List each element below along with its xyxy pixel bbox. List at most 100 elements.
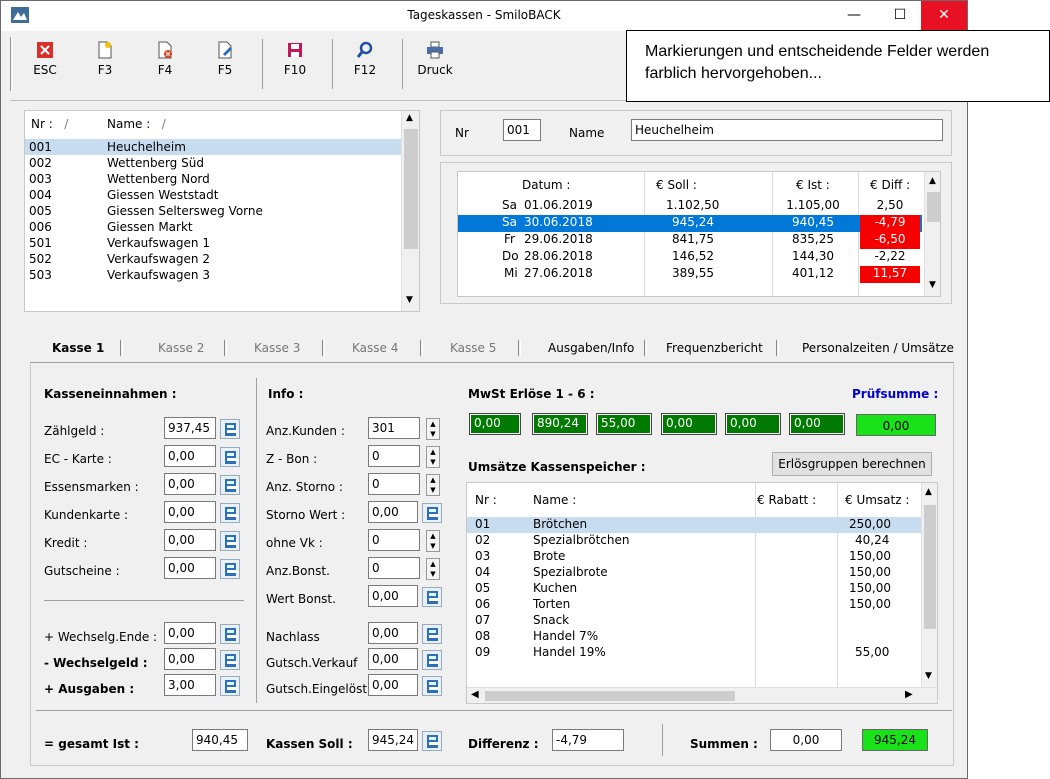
spinner-icon[interactable]: ▲ ▼ [426,558,440,580]
ec-karte-field[interactable] [164,445,216,467]
f10-button[interactable]: F10 [268,33,322,95]
calculator-icon[interactable] [422,731,442,751]
scroll-thumb[interactable] [927,192,940,222]
col-header-umsatz[interactable]: € Umsatz : [845,493,909,507]
spinner-icon[interactable]: ▲ ▼ [426,530,440,552]
scroll-thumb[interactable] [924,505,936,629]
gutsch-verkauf-field[interactable] [368,648,418,670]
anz-kunden-field[interactable] [368,417,420,439]
calculator-icon[interactable] [220,447,240,467]
list-item[interactable]: 501 Verkaufswagen 1 [25,235,401,251]
store-list-scrollbar[interactable]: ▲ ▼ [401,111,419,311]
table-row[interactable]: 03 Brote 150,00 [467,549,921,565]
ausgaben-field[interactable] [164,674,216,696]
calculator-icon[interactable] [422,624,442,644]
table-row[interactable]: 05 Kuchen 150,00 [467,581,921,597]
table-row[interactable]: Mi 27.06.2018 389,55 401,12 11,57 [458,266,922,283]
zaehlgeld-field[interactable] [164,417,216,439]
col-header-diff[interactable]: € Diff : [870,178,910,192]
tab-personalzeiten[interactable]: Personalzeiten / Umsätze [802,341,954,355]
tab-kasse-4[interactable]: Kasse 4 [352,341,398,355]
close-button[interactable]: ✕ [921,1,967,30]
list-item[interactable]: 002 Wettenberg Süd [25,155,401,171]
calculator-icon[interactable] [220,676,240,696]
col-header-name[interactable]: Name : / [107,117,166,131]
days-scrollbar[interactable]: ▲ ▼ [924,172,940,296]
table-row[interactable]: 07 Snack [467,613,921,629]
table-row[interactable]: Sa 30.06.2018 945,24 940,45 -4,79 [458,215,922,232]
calculator-icon[interactable] [220,559,240,579]
mwst-field-6[interactable]: 0,00 [789,413,845,435]
gutscheine-field[interactable] [164,557,216,579]
table-row[interactable]: 04 Spezialbrote 150,00 [467,565,921,581]
list-item[interactable]: 005 Giessen Seltersweg Vorne [25,203,401,219]
calculator-icon[interactable] [422,587,442,607]
nr-field[interactable] [503,119,541,141]
anz-bonst-field[interactable] [368,557,420,579]
list-item[interactable]: 003 Wettenberg Nord [25,171,401,187]
calculator-icon[interactable] [220,531,240,551]
table-row[interactable]: Sa 01.06.2019 1.102,50 1.105,00 2,50 [458,198,922,215]
list-item[interactable]: 004 Giessen Weststadt [25,187,401,203]
tab-ausgaben-info[interactable]: Ausgaben/Info [548,341,634,355]
kredit-field[interactable] [164,529,216,551]
scroll-up-icon[interactable]: ▲ [925,487,932,497]
anz-storno-field[interactable] [368,473,420,495]
minimize-button[interactable]: — [831,1,877,30]
summen-field-1[interactable]: 0,00 [770,729,842,751]
gutsch-eingeloest-field[interactable] [368,674,418,696]
table-row[interactable]: 01 Brötchen 250,00 [467,517,921,533]
maximize-button[interactable]: ☐ [877,1,923,30]
scroll-down-icon[interactable]: ▼ [925,671,932,681]
mwst-field-2[interactable]: 890,24 [532,413,588,435]
umsatz-hscrollbar[interactable]: ◀ ▶ [467,687,937,703]
calculator-icon[interactable] [220,475,240,495]
scroll-thumb[interactable] [485,691,735,701]
list-item[interactable]: 502 Verkaufswagen 2 [25,251,401,267]
col-header-ist[interactable]: € Ist : [796,178,830,192]
spinner-icon[interactable]: ▲ ▼ [426,446,440,468]
calculator-icon[interactable] [422,650,442,670]
essensmarken-field[interactable] [164,473,216,495]
col-header-datum[interactable]: Datum : [522,178,570,192]
tab-kasse-5[interactable]: Kasse 5 [450,341,496,355]
z-bon-field[interactable] [368,445,420,467]
umsatz-vscrollbar[interactable]: ▲ ▼ [921,483,937,687]
tab-kasse-3[interactable]: Kasse 3 [254,341,300,355]
scroll-up-icon[interactable]: ▲ [406,113,413,123]
col-header-name[interactable]: Name : [533,493,576,507]
spinner-icon[interactable]: ▲ ▼ [426,418,440,440]
name-field[interactable] [631,119,943,141]
gesamt-ist-field[interactable] [192,729,248,751]
calculator-icon[interactable] [422,503,442,523]
table-row[interactable]: Fr 29.06.2018 841,75 835,25 -6,50 [458,232,922,249]
wechselg-ende-field[interactable] [164,622,216,644]
col-header-nr[interactable]: Nr : / [31,117,68,131]
scroll-left-icon[interactable]: ◀ [471,689,479,700]
mwst-field-4[interactable]: 0,00 [661,413,717,435]
f3-button[interactable]: F3 [78,33,132,95]
tab-kasse-1[interactable]: Kasse 1 [52,341,104,355]
storno-wert-field[interactable] [368,501,418,523]
f4-button[interactable]: F4 [138,33,192,95]
pruefsumme-field[interactable]: 0,00 [856,414,936,436]
col-header-nr[interactable]: Nr : [475,493,497,507]
ohne-vk-field[interactable] [368,529,420,551]
scroll-thumb[interactable] [404,129,418,249]
calculator-icon[interactable] [220,419,240,439]
col-header-soll[interactable]: € Soll : [656,178,697,192]
scroll-down-icon[interactable]: ▼ [929,280,936,290]
col-header-rabatt[interactable]: € Rabatt : [757,493,816,507]
list-item[interactable]: 001 Heuchelheim [25,139,401,155]
f12-button[interactable]: F12 [338,33,392,95]
esc-button[interactable]: ESC [18,33,72,95]
summen-field-2[interactable]: 945,24 [862,729,928,751]
print-button[interactable]: Druck [408,33,462,95]
differenz-field[interactable] [552,729,624,751]
tab-kasse-2[interactable]: Kasse 2 [158,341,204,355]
spinner-icon[interactable]: ▲ ▼ [426,474,440,496]
scroll-right-icon[interactable]: ▶ [905,689,913,700]
mwst-field-1[interactable]: 0,00 [469,413,521,435]
table-row[interactable]: 09 Handel 19% 55,00 [467,645,921,661]
calculator-icon[interactable] [220,624,240,644]
